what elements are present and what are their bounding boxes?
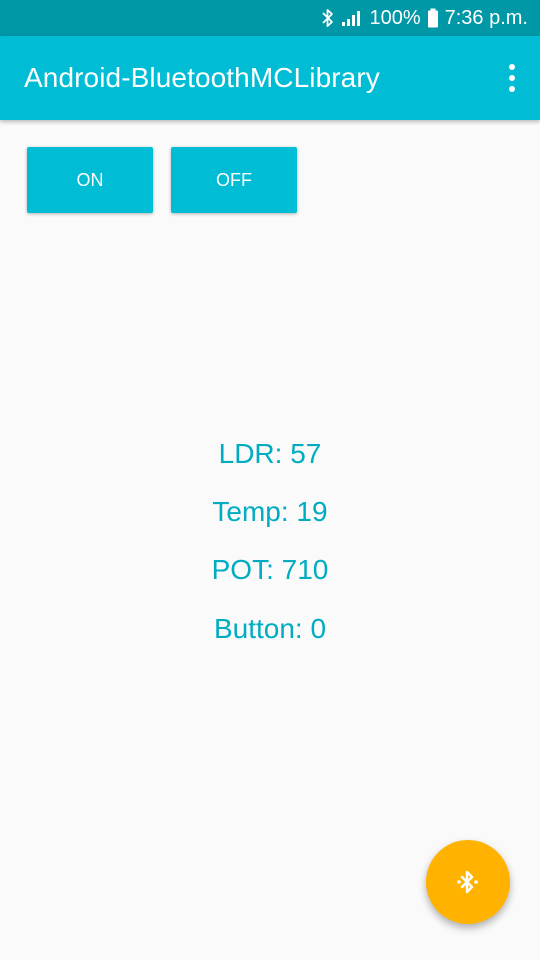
overflow-dot (509, 86, 515, 92)
battery-percent: 100% (369, 6, 421, 29)
temp-reading: Temp: 19 (212, 496, 328, 527)
signal-icon (341, 9, 363, 27)
off-button[interactable]: OFF (171, 147, 297, 213)
bluetooth-icon (321, 8, 335, 28)
overflow-menu-icon[interactable] (504, 62, 520, 94)
ldr-reading: LDR: 57 (218, 438, 322, 469)
overflow-dot (509, 75, 515, 81)
button-reading: Button: 0 (213, 613, 327, 644)
pot-reading: POT: 710 (211, 554, 329, 585)
app-bar: Android-BluetoothMCLibrary (0, 36, 540, 120)
overflow-dot (509, 64, 515, 70)
status-bar: 100% 7:36 p.m. (0, 0, 540, 36)
bluetooth-searching-icon (457, 870, 478, 894)
on-button[interactable]: ON (27, 147, 153, 213)
battery-icon (427, 8, 439, 28)
status-time: 7:36 p.m. (444, 6, 528, 29)
app-title: Android-BluetoothMCLibrary (24, 62, 380, 93)
bluetooth-fab[interactable] (426, 840, 510, 924)
